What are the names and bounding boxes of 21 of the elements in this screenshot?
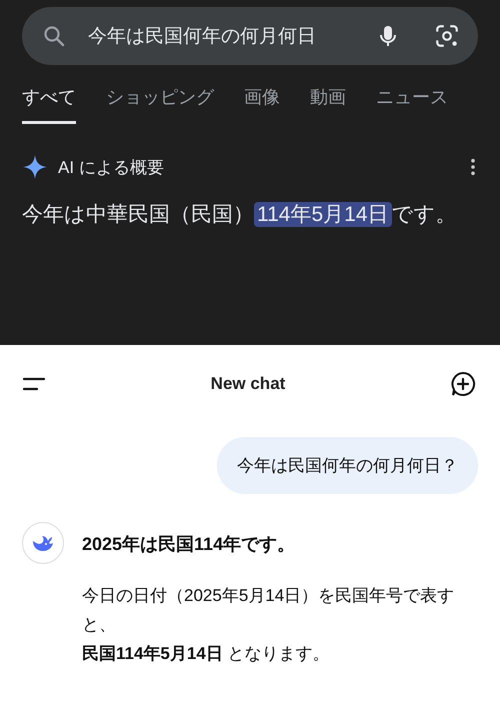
- chat-title: New chat: [210, 374, 286, 394]
- sparkle-icon: [22, 154, 48, 180]
- bot-message-text: 民国114年5月14日 となります。: [82, 643, 331, 665]
- search-field[interactable]: 今年は民国何年の何月何日: [22, 7, 478, 65]
- search-tab[interactable]: すべて: [22, 82, 76, 124]
- bot-message-text: 今日の日付（2025年5月14日）を民国年号で表すと、: [82, 585, 456, 636]
- search-tab[interactable]: 動画: [310, 82, 346, 124]
- user-message: 今年は民国何年の何月何日？: [217, 437, 478, 494]
- ai-overview-title: AI による概要: [58, 156, 165, 178]
- camera-lens-icon[interactable]: [434, 23, 460, 49]
- whale-icon: [31, 533, 55, 553]
- menu-icon[interactable]: [22, 376, 46, 392]
- search-tab[interactable]: ショッピング: [106, 82, 214, 124]
- new-chat-icon[interactable]: [450, 371, 476, 397]
- search-icon: [42, 24, 66, 48]
- search-tab[interactable]: ニュース: [376, 82, 448, 124]
- search-tab[interactable]: 画像: [244, 82, 280, 124]
- search-query: 今年は民国何年の何月何日: [88, 25, 317, 49]
- ai-answer: 今年は中華民国（民国）114年5月14日 です。: [22, 201, 458, 229]
- more-options-icon[interactable]: [470, 158, 476, 176]
- bot-message-text: 2025年は民国114年です。: [82, 533, 296, 556]
